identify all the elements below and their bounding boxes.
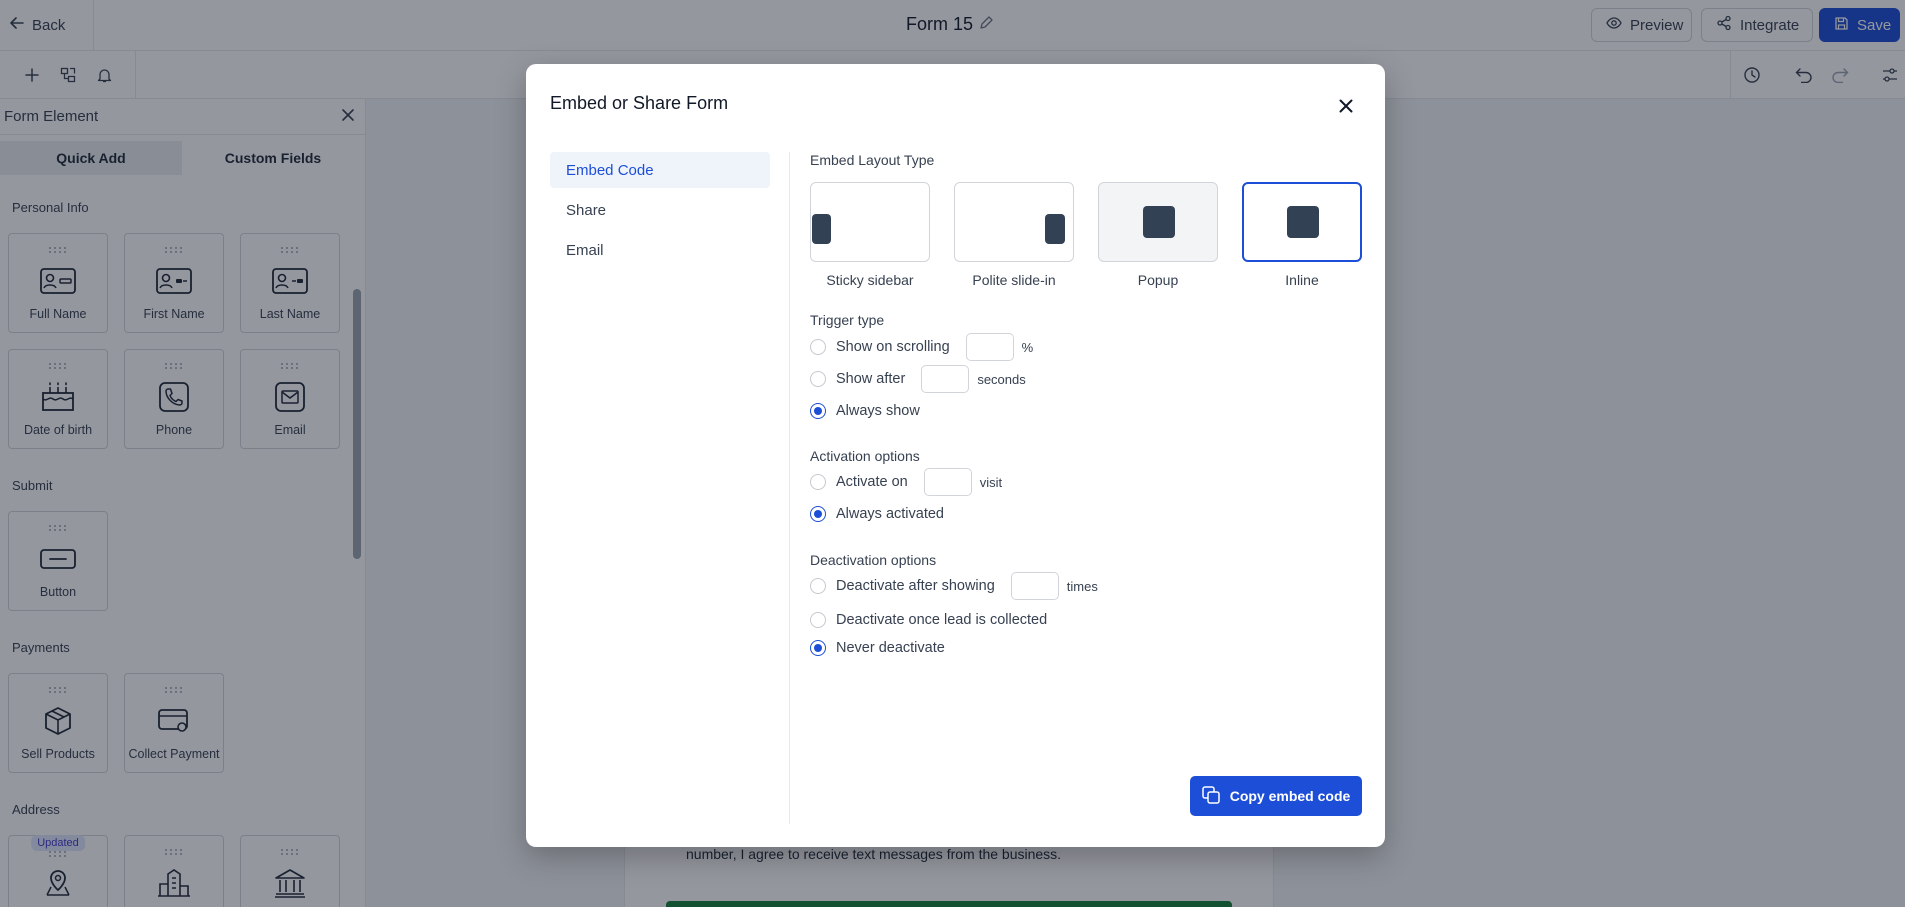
option-label: Deactivate once lead is collected xyxy=(836,612,1048,628)
layout-mark xyxy=(812,214,831,244)
seconds-input[interactable] xyxy=(921,365,970,393)
nav-email[interactable]: Email xyxy=(550,232,770,268)
layout-preview xyxy=(954,182,1074,262)
option-label: Show on scrolling xyxy=(836,339,950,355)
deactivation-never[interactable]: Never deactivate xyxy=(810,636,945,660)
layout-preview xyxy=(1242,182,1362,262)
radio-button[interactable] xyxy=(810,640,826,656)
layout-sticky-sidebar[interactable]: Sticky sidebar xyxy=(810,182,930,288)
layout-preview xyxy=(1098,182,1218,262)
option-label: Show after xyxy=(836,371,906,387)
layout-preview xyxy=(810,182,930,262)
radio-button[interactable] xyxy=(810,506,826,522)
nav-share[interactable]: Share xyxy=(550,192,770,228)
radio-button[interactable] xyxy=(810,339,826,355)
layout-mark xyxy=(1287,206,1319,238)
option-label: Never deactivate xyxy=(836,640,945,656)
trigger-show-on-scrolling[interactable]: Show on scrolling % xyxy=(810,333,1034,361)
copy-icon xyxy=(1201,785,1220,807)
option-label: Always show xyxy=(836,403,920,419)
times-input[interactable] xyxy=(1010,572,1059,600)
layout-label: Inline xyxy=(1285,272,1319,288)
radio-button[interactable] xyxy=(810,612,826,628)
scroll-percent-input[interactable] xyxy=(965,333,1014,361)
modal-title: Embed or Share Form xyxy=(550,93,729,113)
trigger-always-show[interactable]: Always show xyxy=(810,399,920,423)
layout-options: Sticky sidebar Polite slide-in Popup Inl… xyxy=(810,182,1362,288)
layout-label: Polite slide-in xyxy=(972,272,1056,288)
activation-options-label: Activation options xyxy=(810,448,920,464)
embed-share-modal: Embed or Share Form Embed Code Share Ema… xyxy=(526,64,1385,847)
visit-count-input[interactable] xyxy=(923,468,972,496)
activation-activate-on[interactable]: Activate on visit xyxy=(810,468,1003,496)
nav-embed-code[interactable]: Embed Code xyxy=(550,152,770,188)
trigger-type-label: Trigger type xyxy=(810,312,885,328)
radio-button[interactable] xyxy=(810,578,826,594)
deactivation-after-showing[interactable]: Deactivate after showing times xyxy=(810,572,1098,600)
unit-label: seconds xyxy=(977,371,1026,387)
unit-label: visit xyxy=(979,474,1003,490)
deactivation-options-label: Deactivation options xyxy=(810,552,937,568)
activation-always-activated[interactable]: Always activated xyxy=(810,502,944,526)
radio-button[interactable] xyxy=(810,474,826,490)
copy-embed-code-label: Copy embed code xyxy=(1229,788,1351,804)
layout-polite-slide-in[interactable]: Polite slide-in xyxy=(954,182,1074,288)
radio-button[interactable] xyxy=(810,371,826,387)
layout-label: Sticky sidebar xyxy=(826,272,914,288)
layout-mark xyxy=(1143,206,1175,238)
modal-nav: Embed Code Share Email xyxy=(550,152,770,272)
copy-embed-code-button[interactable]: Copy embed code xyxy=(1190,776,1362,816)
option-label: Always activated xyxy=(836,506,944,522)
trigger-show-after[interactable]: Show after seconds xyxy=(810,365,1026,393)
embed-layout-type-label: Embed Layout Type xyxy=(810,152,935,168)
unit-label: times xyxy=(1066,578,1098,594)
close-icon[interactable] xyxy=(1334,94,1358,118)
option-label: Activate on xyxy=(836,474,908,490)
layout-popup[interactable]: Popup xyxy=(1098,182,1218,288)
radio-button[interactable] xyxy=(810,403,826,419)
layout-mark xyxy=(1045,214,1065,244)
layout-label: Popup xyxy=(1137,272,1179,288)
divider xyxy=(789,152,790,824)
option-label: Deactivate after showing xyxy=(836,578,995,594)
layout-inline[interactable]: Inline xyxy=(1242,182,1362,288)
deactivation-once-lead-collected[interactable]: Deactivate once lead is collected xyxy=(810,608,1047,632)
unit-label: % xyxy=(1021,339,1034,355)
